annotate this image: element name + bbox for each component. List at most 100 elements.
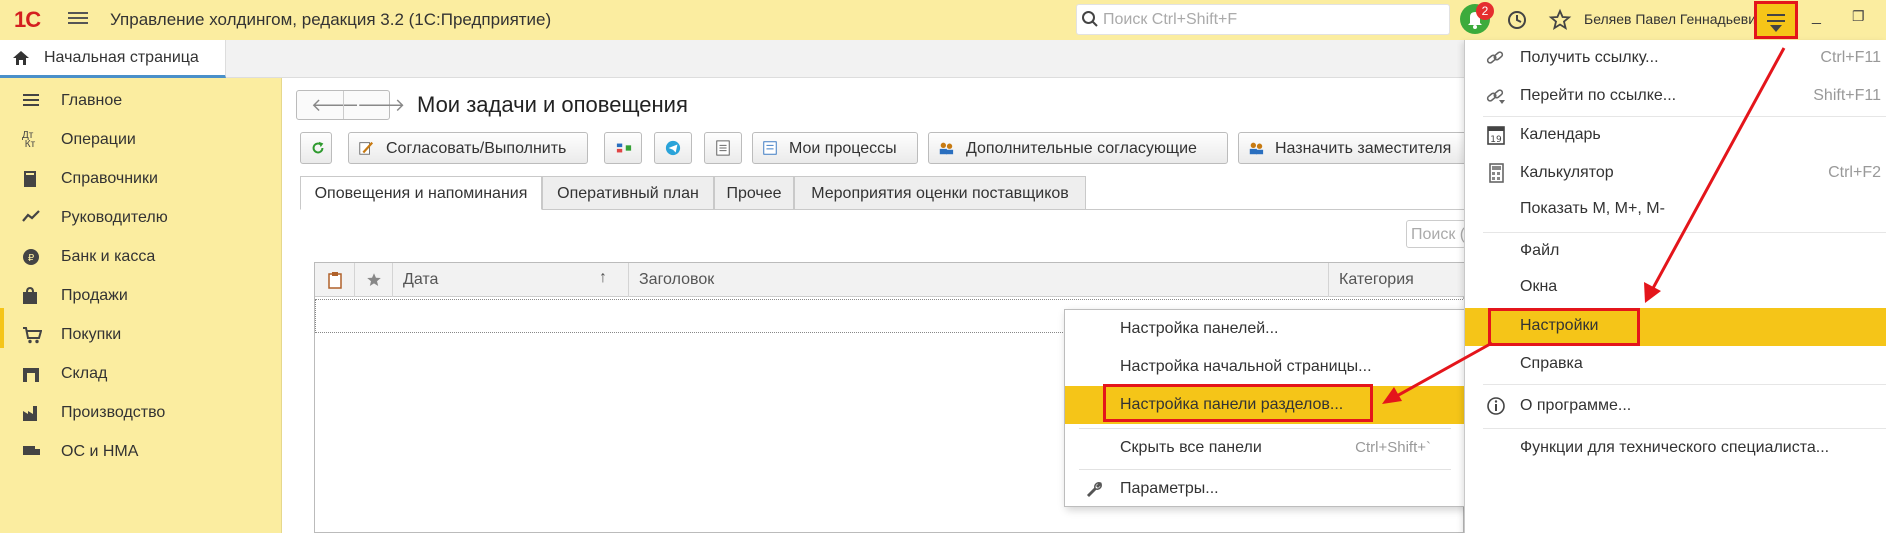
tab-label: Прочее [726, 185, 782, 202]
menu-item-shortcut: Ctrl+F2 [1828, 164, 1881, 181]
menu-item-show-memory[interactable]: Показать М, М+, М- [1465, 191, 1886, 227]
menu-item-label: Окна [1520, 278, 1558, 295]
tab-label: Оповещения и напоминания [314, 185, 528, 202]
processes-icon [763, 141, 777, 155]
tab-home-page[interactable]: Начальная страница [0, 40, 226, 78]
tab-supplier-evaluation[interactable]: Мероприятия оценки поставщиков [794, 176, 1086, 210]
menu-item-about[interactable]: О программе... [1465, 388, 1886, 424]
tab-other[interactable]: Прочее [714, 176, 794, 210]
approve-edit-icon [359, 141, 374, 155]
column-category[interactable]: Категория [1329, 263, 1465, 297]
info-icon [1487, 397, 1505, 415]
sidebar-item-references[interactable]: Справочники [0, 160, 280, 200]
task-list-button[interactable] [704, 132, 742, 164]
submenu-item-home-page-settings[interactable]: Настройка начальной страницы... [1065, 348, 1465, 386]
submenu-item-label: Настройка панелей... [1120, 320, 1279, 337]
favorites-star-icon[interactable] [1548, 8, 1572, 32]
column-date[interactable]: Дата ↑ [393, 263, 629, 297]
sidebar-item-fixed-assets[interactable]: ОС и НМА [0, 433, 280, 473]
menu-item-label: Калькулятор [1520, 164, 1614, 181]
approve-execute-button[interactable]: Согласовать/Выполнить [348, 132, 588, 164]
column-favorite[interactable] [355, 263, 393, 297]
column-category-label: Категория [1339, 271, 1414, 288]
restore-window-button[interactable]: ❐ [1852, 8, 1865, 25]
submenu-item-panels-settings[interactable]: Настройка панелей... [1065, 310, 1465, 348]
sections-sidebar: Главное Дт Кт Операции Справочники Руков… [0, 78, 282, 533]
minimize-button[interactable]: _ [1812, 8, 1821, 26]
notifications-badge: 2 [1476, 2, 1494, 20]
calendar-icon: 19 [1487, 126, 1505, 145]
menu-item-tech-specialist-functions[interactable]: Функции для технического специалиста... [1465, 430, 1886, 466]
tab-notifications[interactable]: Оповещения и напоминания [300, 176, 542, 210]
sidebar-item-label: ОС и НМА [61, 443, 139, 460]
assign-deputy-label: Назначить заместителя [1275, 140, 1452, 157]
sidebar-item-label: Операции [61, 131, 136, 148]
sidebar-item-production[interactable]: Производство [0, 394, 280, 434]
my-processes-button[interactable]: Мои процессы [752, 132, 918, 164]
menu-item-follow-link[interactable]: Перейти по ссылке... Shift+F11 [1465, 78, 1886, 114]
sidebar-item-label: Продажи [61, 287, 128, 304]
sidebar-item-bank-cash[interactable]: ₽ Банк и касса [0, 238, 280, 278]
navigation-arrows: 🡐 🡒 [296, 90, 405, 120]
grid-search-placeholder: Поиск ( [1411, 226, 1466, 243]
menu-item-file[interactable]: Файл [1465, 233, 1886, 269]
column-date-label: Дата [403, 271, 439, 288]
menu-separator [1483, 384, 1886, 385]
app-title: Управление холдингом, редакция 3.2 (1С:П… [110, 10, 552, 29]
sidebar-item-management[interactable]: Руководителю [0, 199, 280, 239]
submenu-item-label: Настройка начальной страницы... [1120, 358, 1372, 375]
menu-item-label: Перейти по ссылке... [1520, 87, 1677, 104]
sidebar-item-warehouse[interactable]: Склад [0, 355, 280, 395]
clipboard-icon [328, 272, 342, 289]
tab-home-label: Начальная страница [44, 49, 199, 66]
menu-item-help[interactable]: Справка [1465, 346, 1886, 382]
assign-deputy-button[interactable]: Назначить заместителя [1238, 132, 1470, 164]
menu-item-label: Показать М, М+, М- [1520, 200, 1665, 217]
user-name[interactable]: Беляев Павел Геннадьевич [1584, 11, 1763, 27]
sidebar-item-sales[interactable]: Продажи [0, 277, 280, 317]
sort-ascending-icon: ↑ [599, 269, 607, 286]
tab-label: Мероприятия оценки поставщиков [811, 185, 1069, 202]
coin-icon: ₽ [22, 248, 44, 268]
submenu-item-parameters[interactable]: Параметры... [1065, 470, 1465, 508]
cart-icon [22, 326, 44, 346]
history-icon[interactable] [1506, 9, 1528, 31]
calculator-icon [1489, 163, 1504, 183]
process-map-button[interactable] [604, 132, 642, 164]
factory-icon [22, 404, 44, 424]
back-arrow-icon[interactable]: 🡐 [311, 95, 359, 116]
sidebar-item-label: Покупки [61, 326, 122, 343]
notifications-bell-icon[interactable]: 2 [1460, 2, 1494, 34]
main-menu-button[interactable] [1754, 1, 1798, 39]
sidebar-item-purchases[interactable]: Покупки [0, 316, 280, 356]
truck-icon [22, 443, 44, 463]
submenu-item-hide-all-panels[interactable]: Скрыть все панели Ctrl+Shift+` [1065, 429, 1465, 467]
home-icon [13, 51, 29, 65]
hamburger-menu-icon[interactable] [68, 9, 88, 29]
refresh-button[interactable] [300, 132, 332, 164]
menu-item-get-link[interactable]: Получить ссылку... Ctrl+F11 [1465, 40, 1886, 76]
menu-item-shortcut: Ctrl+F11 [1820, 49, 1881, 66]
list-icon [22, 92, 44, 112]
sidebar-item-label: Справочники [61, 170, 158, 187]
chart-up-icon [22, 209, 44, 229]
column-title[interactable]: Заголовок [629, 263, 1329, 297]
tab-operational-plan[interactable]: Оперативный план [542, 176, 714, 210]
grid-search-input[interactable]: Поиск ( [1406, 220, 1466, 248]
main-dropdown-menu: Получить ссылку... Ctrl+F11 Перейти по с… [1464, 40, 1886, 533]
menu-item-windows[interactable]: Окна [1465, 269, 1886, 305]
sidebar-item-main[interactable]: Главное [0, 82, 280, 122]
telegram-button[interactable] [654, 132, 692, 164]
table-header: Дата ↑ Заголовок Категория [315, 263, 1465, 297]
submenu-item-label: Скрыть все панели [1120, 439, 1262, 456]
forward-arrow-icon[interactable]: 🡒 [357, 95, 405, 116]
menu-item-calendar[interactable]: 19 Календарь [1465, 117, 1886, 153]
menu-item-label: О программе... [1520, 397, 1632, 414]
search-input[interactable]: Поиск Ctrl+Shift+F [1076, 4, 1450, 35]
star-icon [367, 273, 381, 286]
column-attachment[interactable] [315, 263, 355, 297]
tab-label: Оперативный план [557, 185, 699, 202]
sidebar-item-operations[interactable]: Дт Кт Операции [0, 121, 280, 161]
extra-approvers-button[interactable]: Дополнительные согласующие [928, 132, 1228, 164]
menu-item-calculator[interactable]: Калькулятор Ctrl+F2 [1465, 155, 1886, 191]
